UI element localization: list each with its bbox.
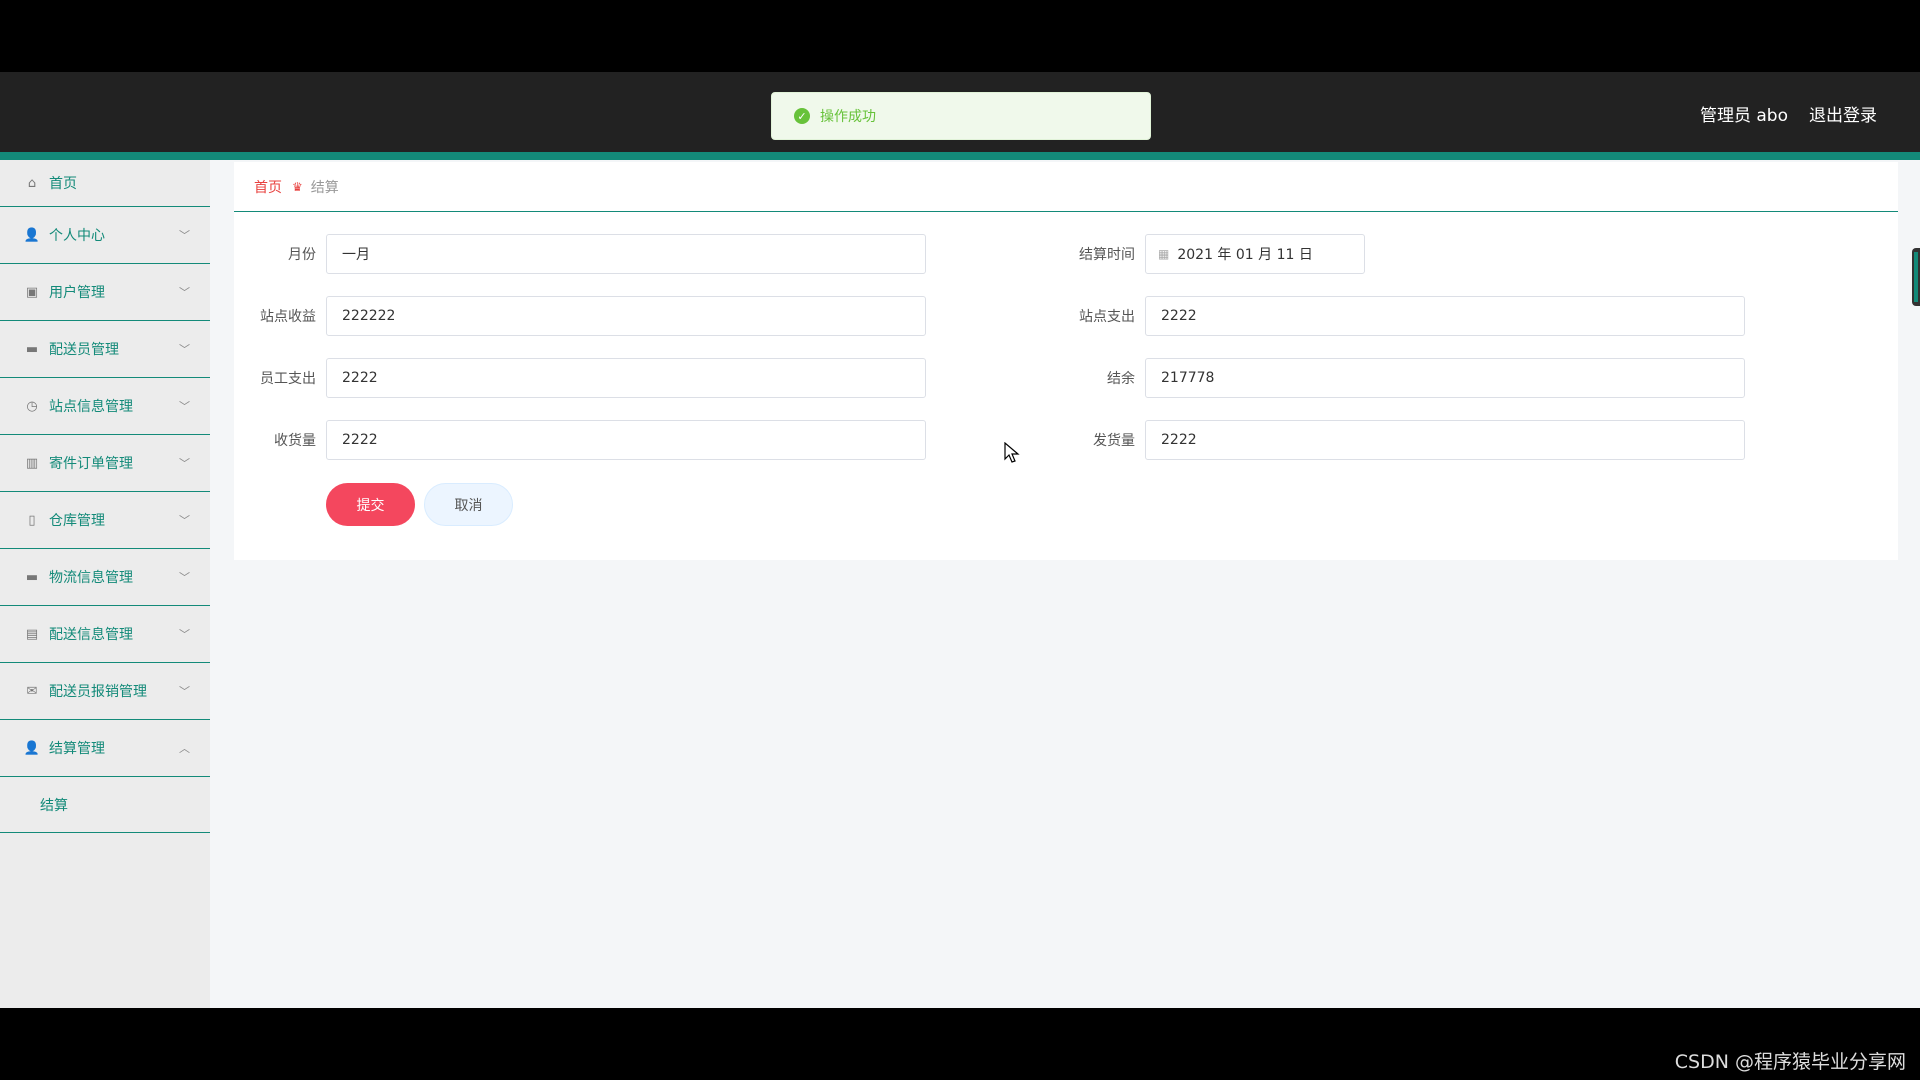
received-input[interactable]: 2222	[326, 420, 926, 460]
side-panel-handle-accent	[1914, 252, 1918, 302]
sidebar-item-label: 结算管理	[49, 741, 105, 757]
compass-icon: ◷	[26, 398, 38, 414]
sidebar-item-label: 首页	[49, 176, 77, 192]
sidebar-item-site-info[interactable]: ◷ 站点信息管理 ﹀	[0, 378, 210, 435]
cancel-button[interactable]: 取消	[424, 483, 513, 526]
sidebar-item-courier-management[interactable]: ▬ 配送员管理 ﹀	[0, 321, 210, 378]
sidebar-item-label: 物流信息管理	[49, 570, 133, 586]
breadcrumb-current: 结算	[310, 179, 339, 196]
sidebar: ⌂ 首页 👤 个人中心 ﹀ ▣ 用户管理 ﹀ ▬ 配送员管理 ﹀ ◷ 站点信息管…	[0, 160, 210, 1008]
chevron-down-icon: ﹀	[179, 571, 190, 584]
site-expense-label: 站点支出	[1079, 309, 1135, 325]
sidebar-item-warehouse[interactable]: ▯ 仓库管理 ﹀	[0, 492, 210, 549]
sidebar-item-order-management[interactable]: ▥ 寄件订单管理 ﹀	[0, 435, 210, 492]
desktop-icon: ▬	[25, 569, 39, 585]
header-user-label: 管理员 abo	[1699, 106, 1788, 126]
balance-label: 结余	[1107, 371, 1135, 387]
chevron-down-icon: ﹀	[179, 400, 190, 413]
user-icon: 👤	[23, 740, 41, 756]
received-label: 收货量	[274, 433, 316, 449]
breadcrumb-separator-icon: ♛	[292, 179, 303, 194]
sidebar-item-personal-center[interactable]: 👤 个人中心 ﹀	[0, 207, 210, 264]
month-input[interactable]: 一月	[326, 234, 926, 274]
chevron-down-icon: ﹀	[179, 343, 190, 356]
clipboard-icon: ▣	[25, 284, 39, 300]
monitor-icon: ▬	[25, 341, 39, 357]
sidebar-item-label: 寄件订单管理	[49, 456, 133, 472]
mouse-cursor-icon	[1004, 442, 1020, 463]
bar-chart-icon: ▥	[25, 455, 39, 471]
chevron-down-icon: ﹀	[179, 286, 190, 299]
viewport: 管理员 abo 退出登录 ✓ 操作成功 ⌂ 首页 👤 个人中心 ﹀ ▣ 用户管理…	[0, 0, 1920, 1080]
site-income-label: 站点收益	[260, 309, 316, 325]
briefcase-icon: ▤	[25, 626, 39, 642]
sidebar-item-label: 用户管理	[49, 285, 105, 301]
settle-time-label: 结算时间	[1079, 247, 1135, 263]
sidebar-item-user-management[interactable]: ▣ 用户管理 ﹀	[0, 264, 210, 321]
settle-time-datepicker[interactable]: ▦ 2021 年 01 月 11 日	[1145, 234, 1365, 274]
sidebar-subitem-settlement[interactable]: 结算	[0, 777, 210, 833]
site-income-input[interactable]: 222222	[326, 296, 926, 336]
sidebar-item-label: 站点信息管理	[49, 399, 133, 415]
toast-message: 操作成功	[820, 109, 876, 125]
success-toast: ✓ 操作成功	[771, 92, 1151, 140]
check-circle-icon: ✓	[794, 108, 810, 124]
settle-time-value: 2021 年 01 月 11 日	[1177, 247, 1313, 263]
chevron-down-icon: ﹀	[179, 457, 190, 470]
balance-input[interactable]: 217778	[1145, 358, 1745, 398]
sidebar-item-settlement-management[interactable]: 👤 结算管理 ︿	[0, 720, 210, 777]
staff-expense-input[interactable]: 2222	[326, 358, 926, 398]
sidebar-item-delivery-info[interactable]: ▤ 配送信息管理 ﹀	[0, 606, 210, 663]
sidebar-item-label: 仓库管理	[49, 513, 105, 529]
shipped-label: 发货量	[1093, 433, 1135, 449]
watermark-text: CSDN @程序猿毕业分享网	[1674, 1051, 1906, 1073]
logout-button[interactable]: 退出登录	[1809, 101, 1877, 126]
submit-button[interactable]: 提交	[326, 483, 415, 526]
breadcrumb-home-link[interactable]: 首页	[254, 177, 282, 197]
header-accent-bar	[0, 152, 1920, 160]
chevron-down-icon: ﹀	[179, 514, 190, 527]
sidebar-item-home[interactable]: ⌂ 首页	[0, 160, 210, 207]
envelope-icon: ✉	[26, 683, 38, 699]
staff-expense-label: 员工支出	[260, 371, 316, 387]
chevron-down-icon: ﹀	[179, 229, 190, 242]
home-icon: ⌂	[27, 175, 37, 191]
microphone-icon: ▯	[28, 512, 36, 528]
month-label: 月份	[288, 247, 316, 263]
chevron-down-icon: ﹀	[179, 628, 190, 641]
sidebar-subitem-label: 结算	[40, 797, 68, 814]
breadcrumb: 首页 ♛ 结算	[234, 162, 1898, 212]
shipped-input[interactable]: 2222	[1145, 420, 1745, 460]
calendar-icon: ▦	[1158, 247, 1170, 261]
sidebar-item-logistics-info[interactable]: ▬ 物流信息管理 ﹀	[0, 549, 210, 606]
sidebar-item-label: 配送员报销管理	[49, 684, 147, 700]
chevron-down-icon: ﹀	[179, 685, 190, 698]
site-expense-input[interactable]: 2222	[1145, 296, 1745, 336]
sidebar-item-label: 配送员管理	[49, 342, 119, 358]
sidebar-item-label: 配送信息管理	[49, 627, 133, 643]
sidebar-item-reimbursement[interactable]: ✉ 配送员报销管理 ﹀	[0, 663, 210, 720]
sidebar-item-label: 个人中心	[49, 228, 105, 244]
chevron-up-icon: ︿	[179, 742, 190, 755]
user-icon: 👤	[23, 227, 41, 243]
